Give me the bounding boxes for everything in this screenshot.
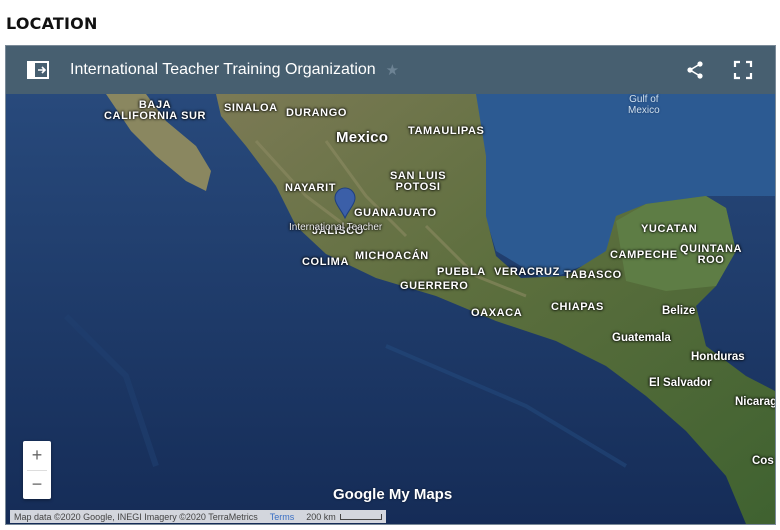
label-tabasco: TABASCO bbox=[564, 269, 622, 281]
panel-icon bbox=[27, 61, 49, 79]
zoom-divider bbox=[27, 470, 47, 471]
label-nayarit: NAYARIT bbox=[285, 182, 337, 194]
panel-toggle-button[interactable] bbox=[24, 56, 52, 84]
section-title: LOCATION bbox=[6, 14, 98, 33]
label-tamaulipas: TAMAULIPAS bbox=[408, 125, 485, 137]
map-title: International Teacher Training Organizat… bbox=[70, 61, 376, 78]
label-honduras: Honduras bbox=[691, 351, 745, 363]
label-san-luis: SAN LUIS POTOSI bbox=[390, 170, 447, 193]
attribution-text: Map data ©2020 Google, INEGI Imagery ©20… bbox=[14, 511, 258, 522]
label-guerrero: GUERRERO bbox=[400, 280, 469, 292]
label-puebla: PUEBLA bbox=[437, 266, 486, 278]
label-belize: Belize bbox=[662, 305, 696, 317]
label-sinaloa: SINALOA bbox=[224, 102, 278, 114]
label-guanajuato: GUANAJUATO bbox=[354, 207, 437, 219]
label-quintana-roo: QUINTANA ROO bbox=[680, 243, 743, 266]
label-guatemala: Guatemala bbox=[612, 332, 671, 344]
label-pin: International Teacher bbox=[289, 222, 383, 233]
label-el-salvador: El Salvador bbox=[649, 377, 712, 389]
label-gulf: Gulf of Mexico bbox=[628, 94, 660, 116]
share-icon[interactable] bbox=[685, 60, 705, 80]
label-mexico: Mexico bbox=[336, 129, 389, 146]
scale-label: 200 km bbox=[306, 511, 336, 522]
label-nicaragua: Nicarag bbox=[735, 396, 776, 408]
label-baja: BAJA CALIFORNIA SUR bbox=[104, 99, 207, 122]
map-titlebar: International Teacher Training Organizat… bbox=[6, 46, 775, 94]
label-durango: DURANGO bbox=[286, 107, 348, 119]
star-icon[interactable]: ★ bbox=[386, 61, 399, 79]
terms-link[interactable]: Terms bbox=[270, 512, 295, 522]
zoom-control: + − bbox=[23, 441, 51, 499]
google-my-maps-logo: Google My Maps bbox=[333, 486, 453, 503]
scale-bar bbox=[339, 513, 382, 520]
label-costa-rica: Cos bbox=[752, 455, 774, 467]
label-veracruz: VERACRUZ bbox=[494, 266, 560, 278]
label-yucatan: YUCATAN bbox=[641, 223, 698, 235]
label-campeche: CAMPECHE bbox=[610, 249, 678, 261]
fullscreen-icon[interactable] bbox=[733, 60, 753, 80]
label-colima: COLIMA bbox=[302, 256, 349, 268]
map-embed[interactable]: International Teacher Training Organizat… bbox=[5, 45, 776, 525]
label-michoacan: MICHOACÁN bbox=[355, 250, 429, 262]
map-attribution: Map data ©2020 Google, INEGI Imagery ©20… bbox=[10, 510, 386, 523]
zoom-out-button[interactable]: − bbox=[23, 470, 51, 499]
label-oaxaca: OAXACA bbox=[471, 307, 523, 319]
zoom-in-button[interactable]: + bbox=[23, 441, 51, 470]
label-chiapas: CHIAPAS bbox=[551, 301, 604, 313]
